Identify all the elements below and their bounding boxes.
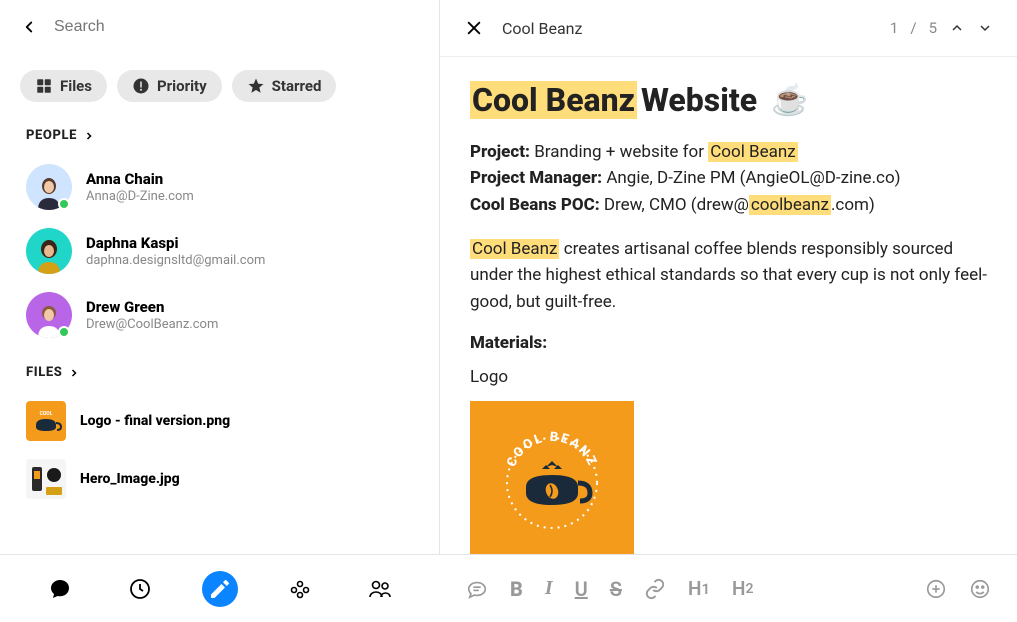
doc-title: Cool Beanz Website ☕	[470, 81, 987, 119]
person-row[interactable]: Drew Green Drew@CoolBeanz.com	[0, 283, 439, 347]
bottom-bar: B I U S H1 H2	[0, 554, 1017, 622]
strike-button[interactable]: S	[610, 577, 622, 601]
presence-online-icon	[58, 326, 70, 338]
back-chevron-icon[interactable]	[20, 18, 38, 36]
person-row[interactable]: Anna Chain Anna@D-Zine.com	[0, 155, 439, 219]
person-email: daphna.designsltd@gmail.com	[86, 253, 413, 268]
file-name: Logo - final version.png	[80, 413, 230, 429]
bold-button[interactable]: B	[510, 577, 523, 601]
logo-image[interactable]: COOL BEANZ	[470, 401, 634, 554]
format-toolbar: B I U S H1 H2	[440, 577, 1017, 601]
section-people-header[interactable]: PEOPLE	[0, 122, 439, 155]
avatar	[26, 164, 72, 210]
nav-contacts-button[interactable]	[362, 571, 398, 607]
plus-circle-icon	[925, 578, 947, 600]
coffee-emoji-icon: ☕	[771, 83, 808, 118]
chevron-right-icon	[83, 130, 95, 142]
star-icon	[247, 77, 265, 95]
priority-icon	[132, 77, 150, 95]
file-row[interactable]: COOL Logo - final version.png	[0, 392, 439, 450]
section-label: PEOPLE	[26, 128, 77, 143]
person-name: Drew Green	[86, 298, 413, 316]
nav-groups-button[interactable]	[282, 571, 318, 607]
detail-title: Cool Beanz	[502, 19, 872, 38]
chevron-up-icon[interactable]	[949, 20, 965, 36]
file-name: Hero_Image.jpg	[80, 471, 180, 487]
file-row[interactable]: Hero_Image.jpg	[0, 450, 439, 508]
italic-button[interactable]: I	[545, 577, 553, 600]
link-button[interactable]	[644, 578, 666, 600]
left-panel: Files Priority Starred PEOPLE	[0, 0, 440, 554]
search-bar	[0, 0, 439, 54]
nav-recent-button[interactable]	[122, 571, 158, 607]
avatar	[26, 292, 72, 338]
title-highlight: Cool Beanz	[470, 81, 637, 119]
nav-compose-button[interactable]	[202, 571, 238, 607]
pager: 1 / 5	[890, 19, 993, 37]
section-files-header[interactable]: FILES	[0, 359, 439, 392]
bottom-nav	[0, 571, 440, 607]
emoji-button[interactable]	[969, 578, 991, 600]
materials-heading: Materials:	[470, 333, 987, 353]
chip-label: Starred	[272, 77, 322, 95]
pager-current: 1	[890, 19, 898, 37]
chip-label: Priority	[157, 77, 207, 95]
chip-priority[interactable]: Priority	[117, 70, 222, 102]
clock-icon	[128, 577, 152, 601]
h1-button[interactable]: H1	[688, 577, 710, 600]
close-icon[interactable]	[464, 18, 484, 38]
file-thumb	[26, 459, 66, 499]
people-icon	[368, 577, 392, 601]
person-row[interactable]: Daphna Kaspi daphna.designsltd@gmail.com	[0, 219, 439, 283]
person-email: Anna@D-Zine.com	[86, 189, 413, 204]
description: Cool Beanz creates artisanal coffee blen…	[470, 236, 987, 315]
detail-header: Cool Beanz 1 / 5	[440, 0, 1017, 57]
file-thumb: COOL	[26, 401, 66, 441]
presence-online-icon	[58, 198, 70, 210]
chevron-right-icon	[68, 367, 80, 379]
link-icon	[644, 578, 666, 600]
pager-total: 5	[929, 19, 937, 37]
pencil-icon	[208, 577, 232, 601]
person-name: Anna Chain	[86, 170, 413, 188]
right-panel: Cool Beanz 1 / 5 Cool Beanz Website ☕ Pr…	[440, 0, 1017, 554]
person-email: Drew@CoolBeanz.com	[86, 317, 413, 332]
comment-button[interactable]	[466, 578, 488, 600]
chip-files[interactable]: Files	[20, 70, 107, 102]
section-label: FILES	[26, 365, 62, 380]
grid-icon	[35, 77, 53, 95]
person-name: Daphna Kaspi	[86, 234, 413, 252]
chip-label: Files	[60, 77, 92, 95]
chat-icon	[48, 577, 72, 601]
underline-button[interactable]: U	[575, 577, 588, 601]
add-button[interactable]	[925, 578, 947, 600]
emoji-icon	[969, 578, 991, 600]
detail-body: Cool Beanz Website ☕ Project: Branding +…	[440, 57, 1017, 554]
filter-chips: Files Priority Starred	[0, 54, 439, 122]
groups-icon	[288, 577, 312, 601]
h2-button[interactable]: H2	[732, 577, 753, 600]
logo-label: Logo	[470, 367, 987, 387]
nav-chat-button[interactable]	[42, 571, 78, 607]
avatar	[26, 228, 72, 274]
comment-icon	[466, 578, 488, 600]
svg-text:COOL: COOL	[40, 411, 53, 417]
search-input[interactable]	[54, 18, 419, 36]
meta-block: Project: Branding + website for Cool Bea…	[470, 139, 987, 218]
chevron-down-icon[interactable]	[977, 20, 993, 36]
chip-starred[interactable]: Starred	[232, 70, 337, 102]
